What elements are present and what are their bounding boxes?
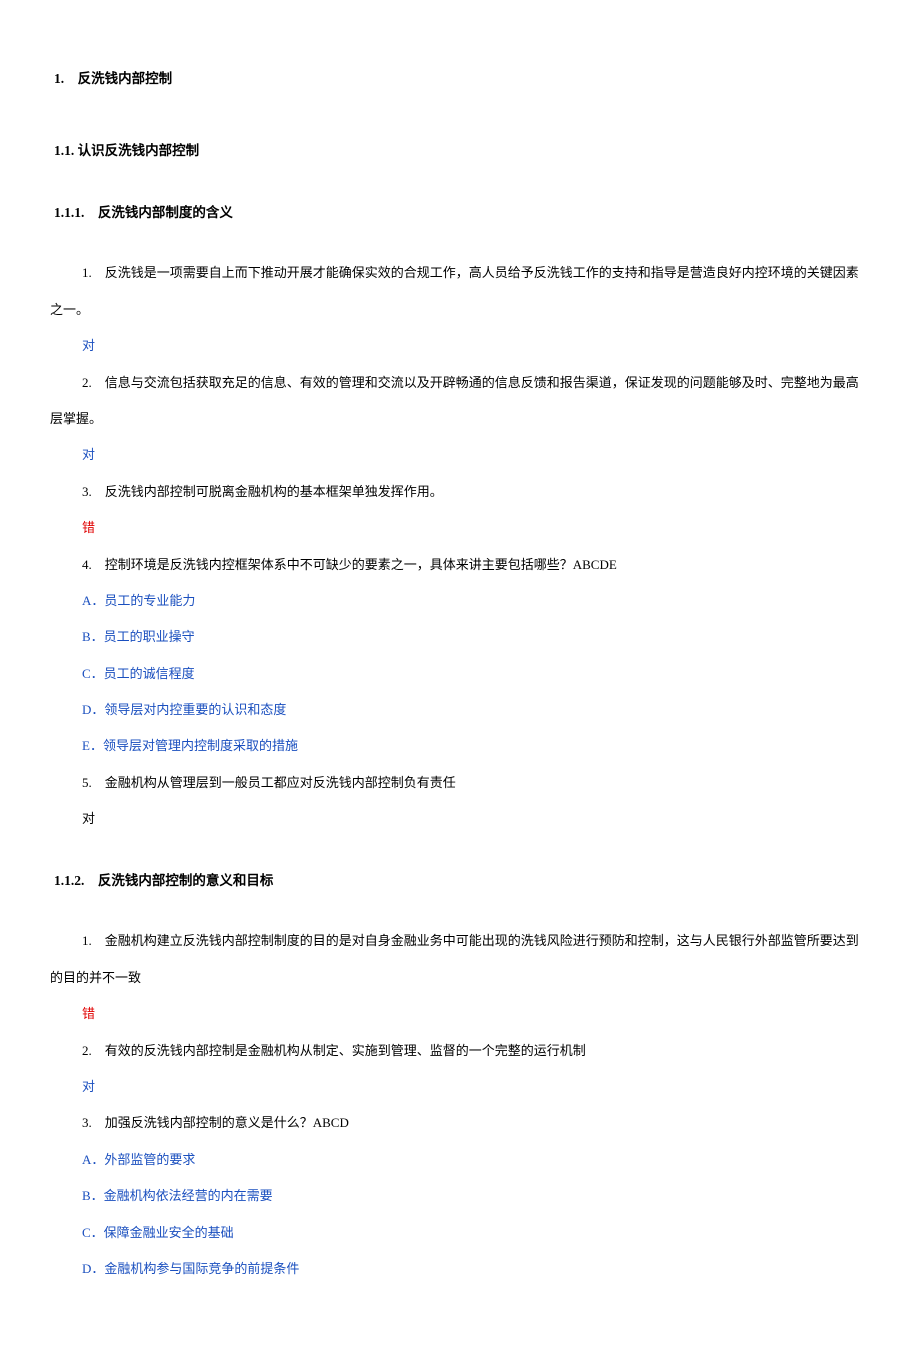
answer-correct: 对 xyxy=(50,437,870,473)
option-c: C．保障金融业安全的基础 xyxy=(50,1215,870,1251)
section-1-1-1: 1.1.1. 反洗钱内部制度的含义 1. 反洗钱是一项需要自上而下推动开展才能确… xyxy=(50,194,870,838)
question-text: 1. 反洗钱是一项需要自上而下推动开展才能确保实效的合规工作，高人员给予反洗钱工… xyxy=(50,255,870,328)
answer-correct: 对 xyxy=(50,1069,870,1105)
option-b: B．员工的职业操守 xyxy=(50,619,870,655)
answer-plain: 对 xyxy=(50,801,870,837)
heading-1: 1. 反洗钱内部控制 xyxy=(50,60,870,98)
option-d: D．金融机构参与国际竞争的前提条件 xyxy=(50,1251,870,1287)
option-b: B．金融机构依法经营的内在需要 xyxy=(50,1178,870,1214)
question-text: 2. 有效的反洗钱内部控制是金融机构从制定、实施到管理、监督的一个完整的运行机制 xyxy=(50,1033,870,1069)
answer-wrong: 错 xyxy=(50,996,870,1032)
question-text: 2. 信息与交流包括获取充足的信息、有效的管理和交流以及开辟畅通的信息反馈和报告… xyxy=(50,365,870,438)
question-text: 3. 加强反洗钱内部控制的意义是什么？ABCD xyxy=(50,1105,870,1141)
question-text: 4. 控制环境是反洗钱内控框架体系中不可缺少的要素之一，具体来讲主要包括哪些？A… xyxy=(50,547,870,583)
answer-wrong: 错 xyxy=(50,510,870,546)
option-c: C．员工的诚信程度 xyxy=(50,656,870,692)
option-a: A．外部监管的要求 xyxy=(50,1142,870,1178)
section-1-1-2: 1.1.2. 反洗钱内部控制的意义和目标 1. 金融机构建立反洗钱内部控制制度的… xyxy=(50,862,870,1288)
option-d: D．领导层对内控重要的认识和态度 xyxy=(50,692,870,728)
heading-2: 1.1. 认识反洗钱内部控制 xyxy=(50,132,870,170)
question-text: 5. 金融机构从管理层到一般员工都应对反洗钱内部控制负有责任 xyxy=(50,765,870,801)
question-text: 3. 反洗钱内部控制可脱离金融机构的基本框架单独发挥作用。 xyxy=(50,474,870,510)
question-text: 1. 金融机构建立反洗钱内部控制制度的目的是对自身金融业务中可能出现的洗钱风险进… xyxy=(50,923,870,996)
heading-3: 1.1.1. 反洗钱内部制度的含义 xyxy=(50,194,870,232)
option-a: A．员工的专业能力 xyxy=(50,583,870,619)
heading-3: 1.1.2. 反洗钱内部控制的意义和目标 xyxy=(50,862,870,900)
option-e: E．领导层对管理内控制度采取的措施 xyxy=(50,728,870,764)
answer-correct: 对 xyxy=(50,328,870,364)
